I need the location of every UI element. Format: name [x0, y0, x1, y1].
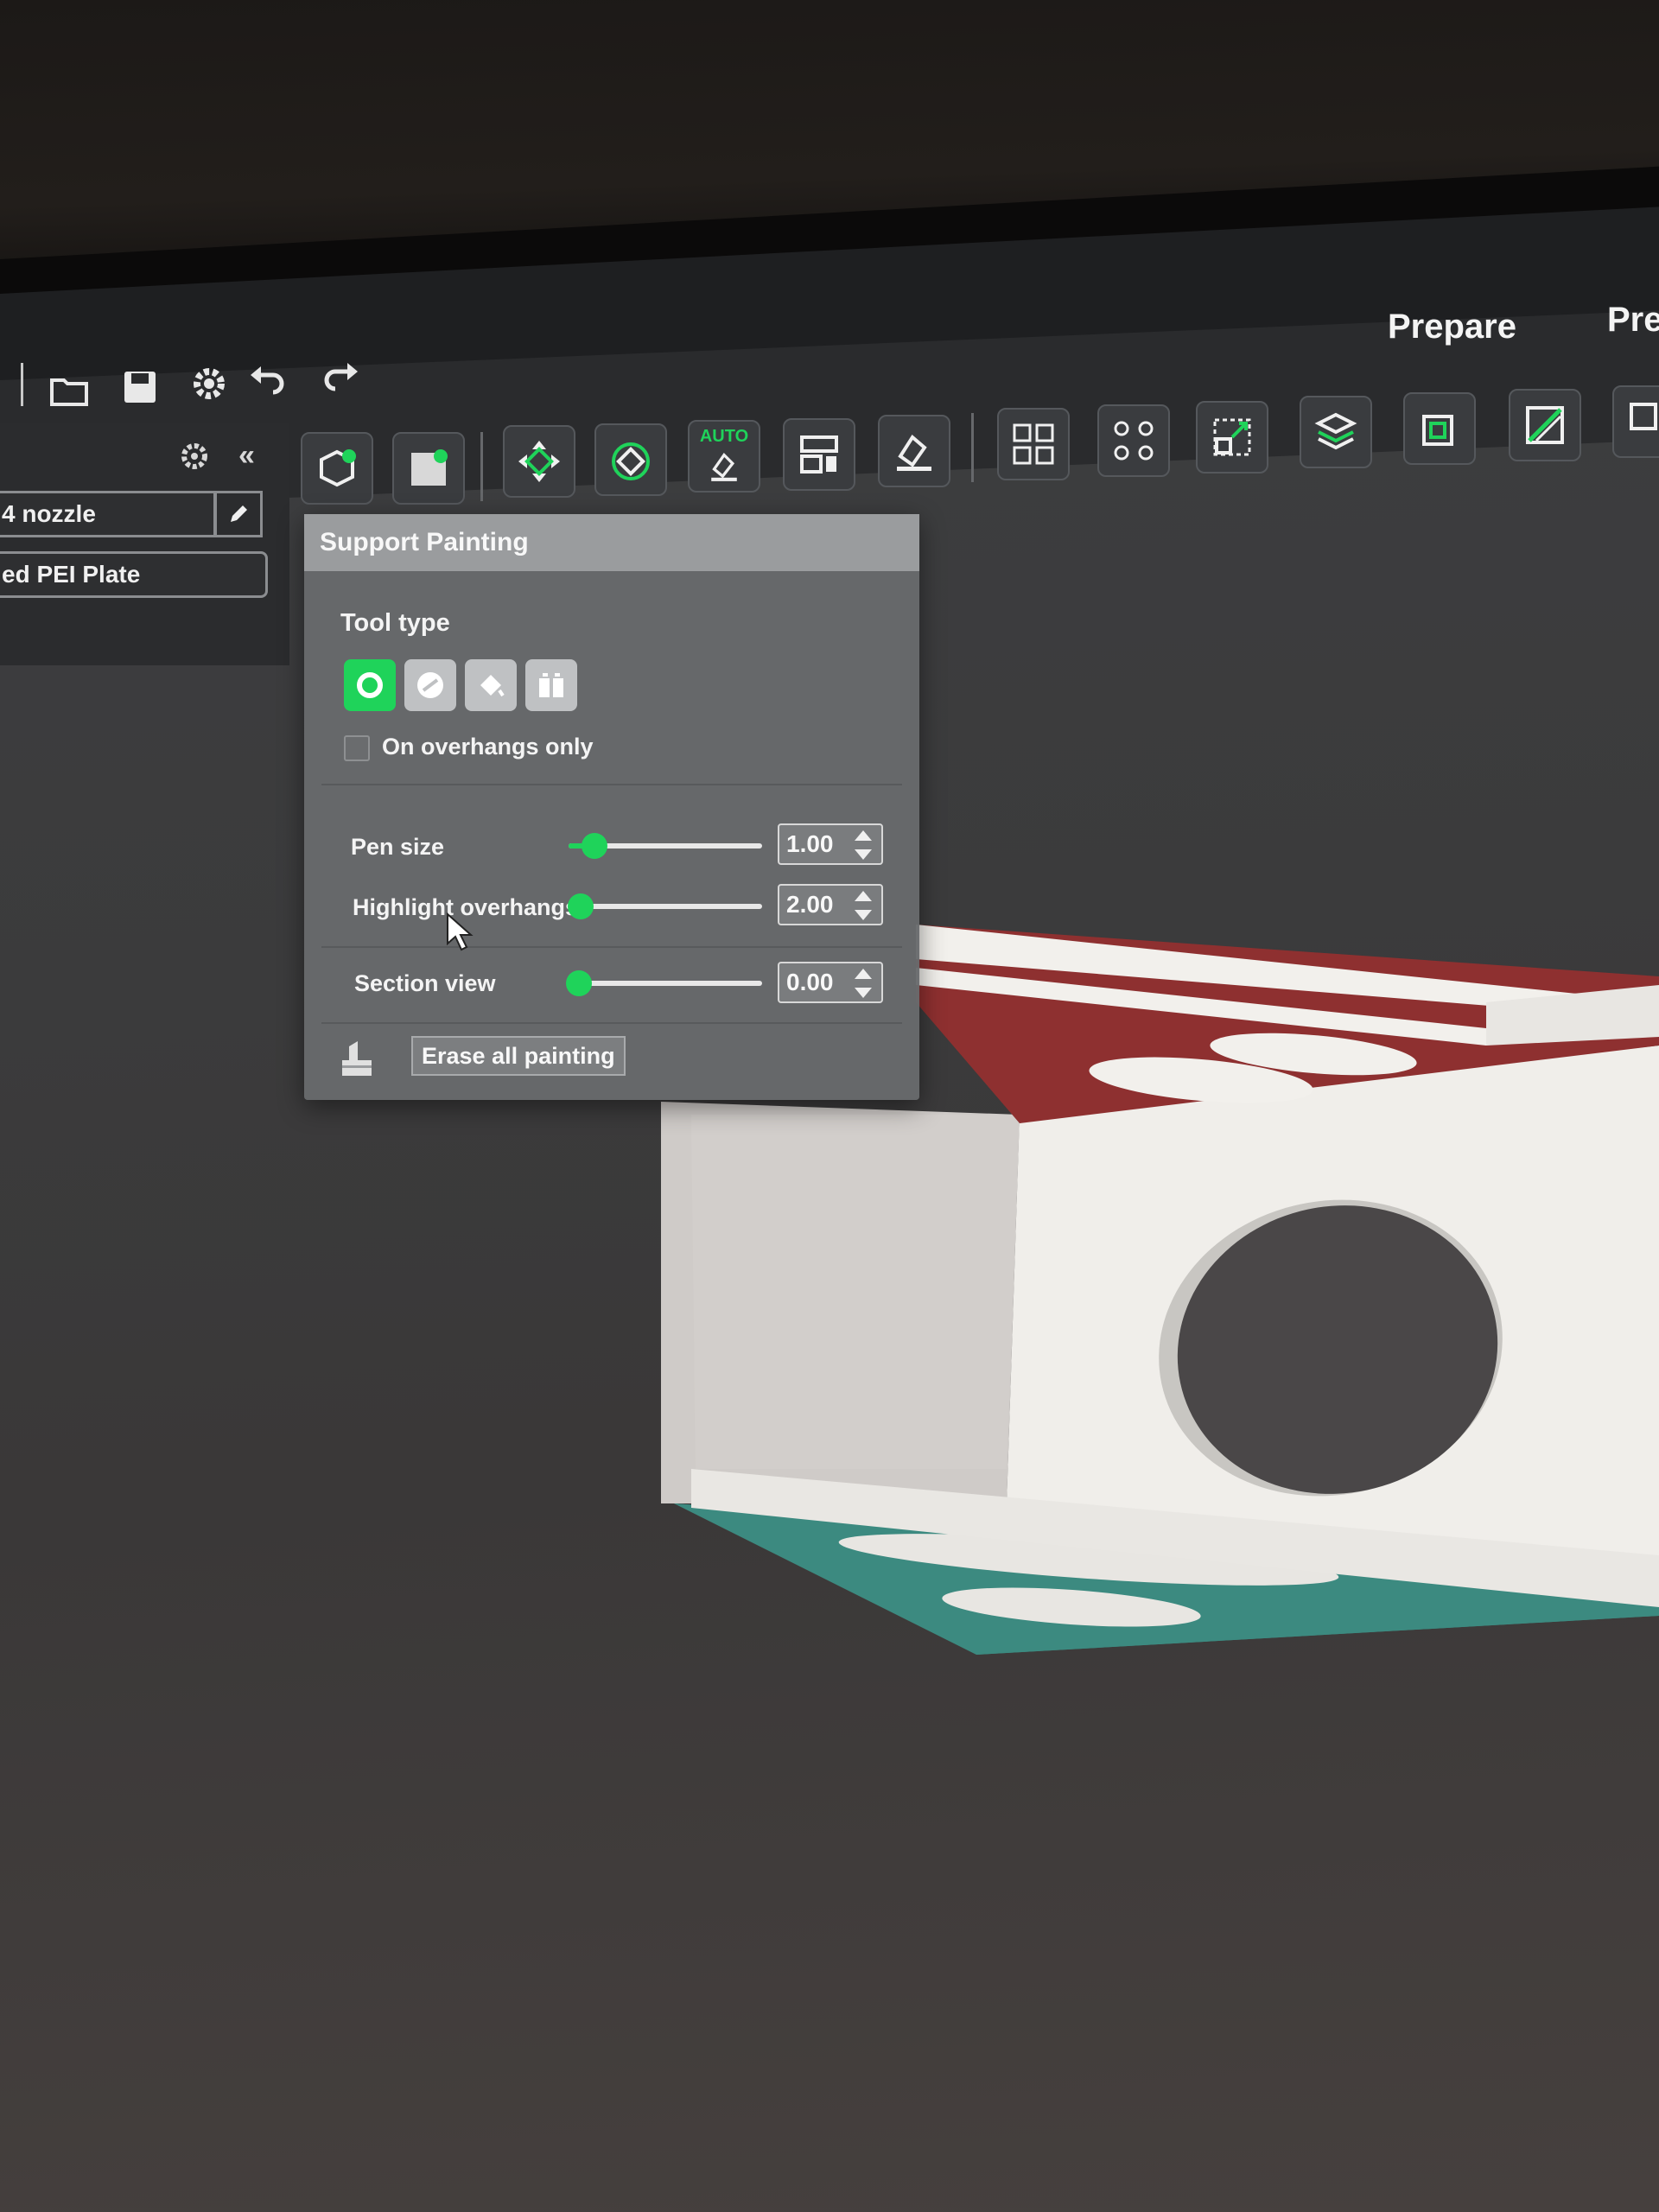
pen-size-slider-handle[interactable] [582, 833, 607, 859]
nozzle-field[interactable]: 4 nozzle [0, 491, 216, 537]
auto-badge: AUTO [699, 427, 749, 446]
sphere-icon [417, 672, 443, 698]
lay-on-face-icon[interactable] [878, 415, 950, 487]
spinner-arrows-icon [855, 969, 872, 998]
split-objects-icon[interactable] [997, 408, 1070, 480]
fill-bucket-icon [480, 675, 505, 697]
eraser-icon [342, 1041, 372, 1076]
spinner-arrows-icon [855, 830, 872, 860]
highlight-overhangs-slider-handle[interactable] [568, 893, 594, 919]
open-folder-icon[interactable] [48, 370, 90, 411]
cut-tool-icon[interactable] [1300, 396, 1372, 468]
save-icon[interactable] [119, 366, 161, 408]
panel-divider-3 [321, 1022, 902, 1024]
add-plate-icon[interactable] [392, 432, 465, 505]
assembly-icon[interactable] [1612, 385, 1659, 458]
section-view-slider-handle[interactable] [566, 970, 592, 996]
move-tool-icon[interactable] [503, 425, 575, 498]
collapse-sidebar-icon[interactable]: « [238, 439, 255, 473]
panel-divider-2 [321, 946, 902, 948]
pencil-icon [231, 505, 247, 522]
toolbar-divider [21, 363, 23, 406]
pen-size-label: Pen size [351, 834, 445, 860]
gap-fill-icon [539, 673, 563, 697]
panel-title: Support Painting [304, 514, 919, 571]
add-object-icon[interactable] [301, 432, 373, 505]
spinner-arrows-icon [855, 891, 872, 920]
panel-divider-1 [321, 784, 902, 785]
support-painting-icon[interactable] [1509, 389, 1581, 461]
circle-tool-button[interactable] [344, 659, 396, 711]
section-view-label: Section view [354, 970, 496, 996]
edit-nozzle-button[interactable] [214, 491, 263, 537]
rotate-tool-icon[interactable] [594, 423, 667, 496]
split-parts-icon[interactable] [1097, 404, 1170, 477]
mouse-cursor-icon [447, 912, 474, 951]
sphere-tool-button[interactable] [404, 659, 456, 711]
overhangs-only-checkbox[interactable] [344, 735, 370, 761]
section-view-slider[interactable] [566, 970, 762, 996]
left-sidebar: « 4 nozzle ed PEI Plate [0, 423, 289, 665]
pen-size-input[interactable]: 1.00 [778, 823, 883, 865]
gear-icon[interactable] [188, 363, 230, 404]
fill-tool-button[interactable] [465, 659, 517, 711]
tab-preview[interactable]: Pre [1607, 301, 1659, 340]
tab-prepare[interactable]: Prepare [1388, 308, 1516, 346]
model-left-inner-wall [691, 1115, 1020, 1469]
arrange-icon[interactable] [783, 418, 855, 491]
toolbar-separator-2 [971, 413, 974, 482]
support-painting-panel: Support Painting Tool type On overhangs … [304, 514, 919, 1100]
highlight-overhangs-slider[interactable] [568, 893, 762, 919]
gap-fill-tool-button[interactable] [525, 659, 577, 711]
undo-icon[interactable] [247, 359, 289, 401]
section-view-input[interactable]: 0.00 [778, 962, 883, 1003]
pen-size-value: 1.00 [786, 830, 834, 857]
circle-icon [357, 672, 383, 698]
redo-icon[interactable] [320, 356, 361, 397]
toolbar-separator [480, 432, 483, 501]
highlight-overhangs-value: 2.00 [786, 891, 834, 918]
scale-tool-icon[interactable] [1196, 401, 1268, 474]
pen-size-slider[interactable] [569, 833, 762, 859]
plate-field[interactable]: ed PEI Plate [0, 551, 268, 598]
mesh-boolean-icon[interactable] [1403, 392, 1476, 465]
highlight-overhangs-input[interactable]: 2.00 [778, 884, 883, 925]
erase-all-painting-button[interactable]: Erase all painting [411, 1036, 626, 1076]
auto-orient-icon[interactable]: AUTO [688, 420, 760, 493]
tool-type-label: Tool type [340, 609, 450, 637]
section-view-value: 0.00 [786, 969, 834, 995]
overhangs-only-label: On overhangs only [382, 734, 594, 760]
sidebar-settings-icon[interactable] [177, 439, 212, 474]
